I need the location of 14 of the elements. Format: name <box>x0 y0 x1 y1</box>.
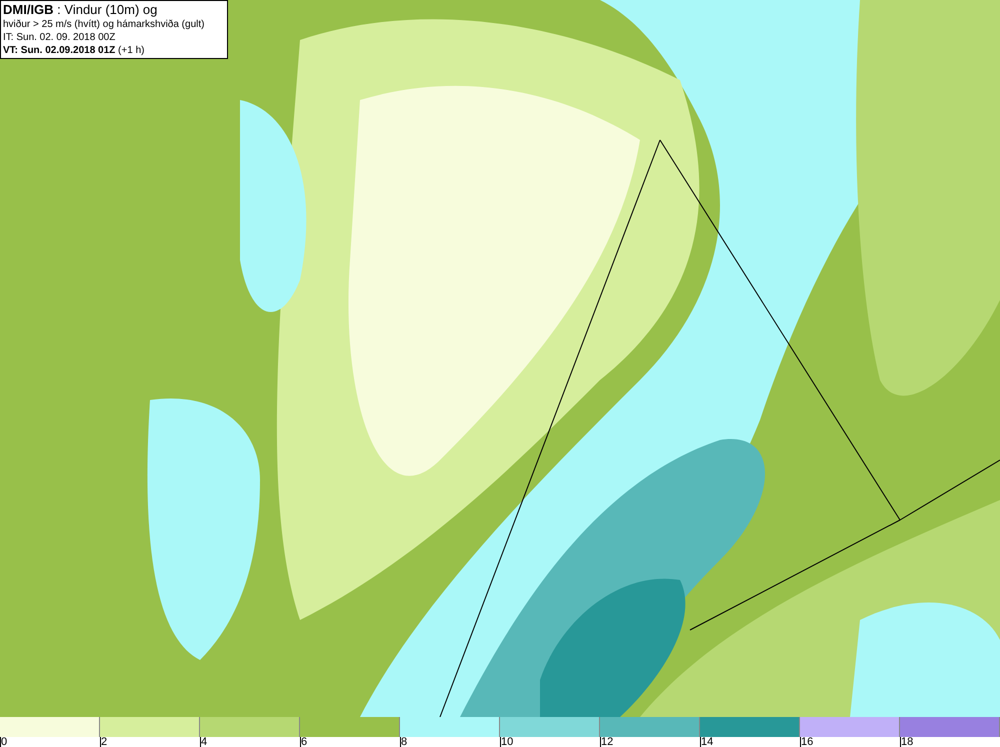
title-line: hviður > 25 m/s (hvítt) og hámarkshviða (gult) <box>3 18 206 31</box>
legend-label: 4 <box>201 737 208 747</box>
title-line: VT: Sun. 02.09.2018 01Z (+1 h) <box>3 44 146 57</box>
legend-label: 0 <box>1 737 8 747</box>
legend-label: 10 <box>501 737 514 747</box>
legend-label: 8 <box>401 737 408 747</box>
legend-label: 2 <box>101 737 108 747</box>
title-line: IT: Sun. 02. 09. 2018 00Z <box>3 31 116 44</box>
title-line: DMI/IGB : Vindur (10m) og <box>3 2 158 18</box>
legend-label: 16 <box>801 737 814 747</box>
legend-label: 12 <box>601 737 614 747</box>
legend-label: 6 <box>301 737 308 747</box>
legend-label: 18 <box>901 737 914 747</box>
legend-label: 14 <box>701 737 714 747</box>
